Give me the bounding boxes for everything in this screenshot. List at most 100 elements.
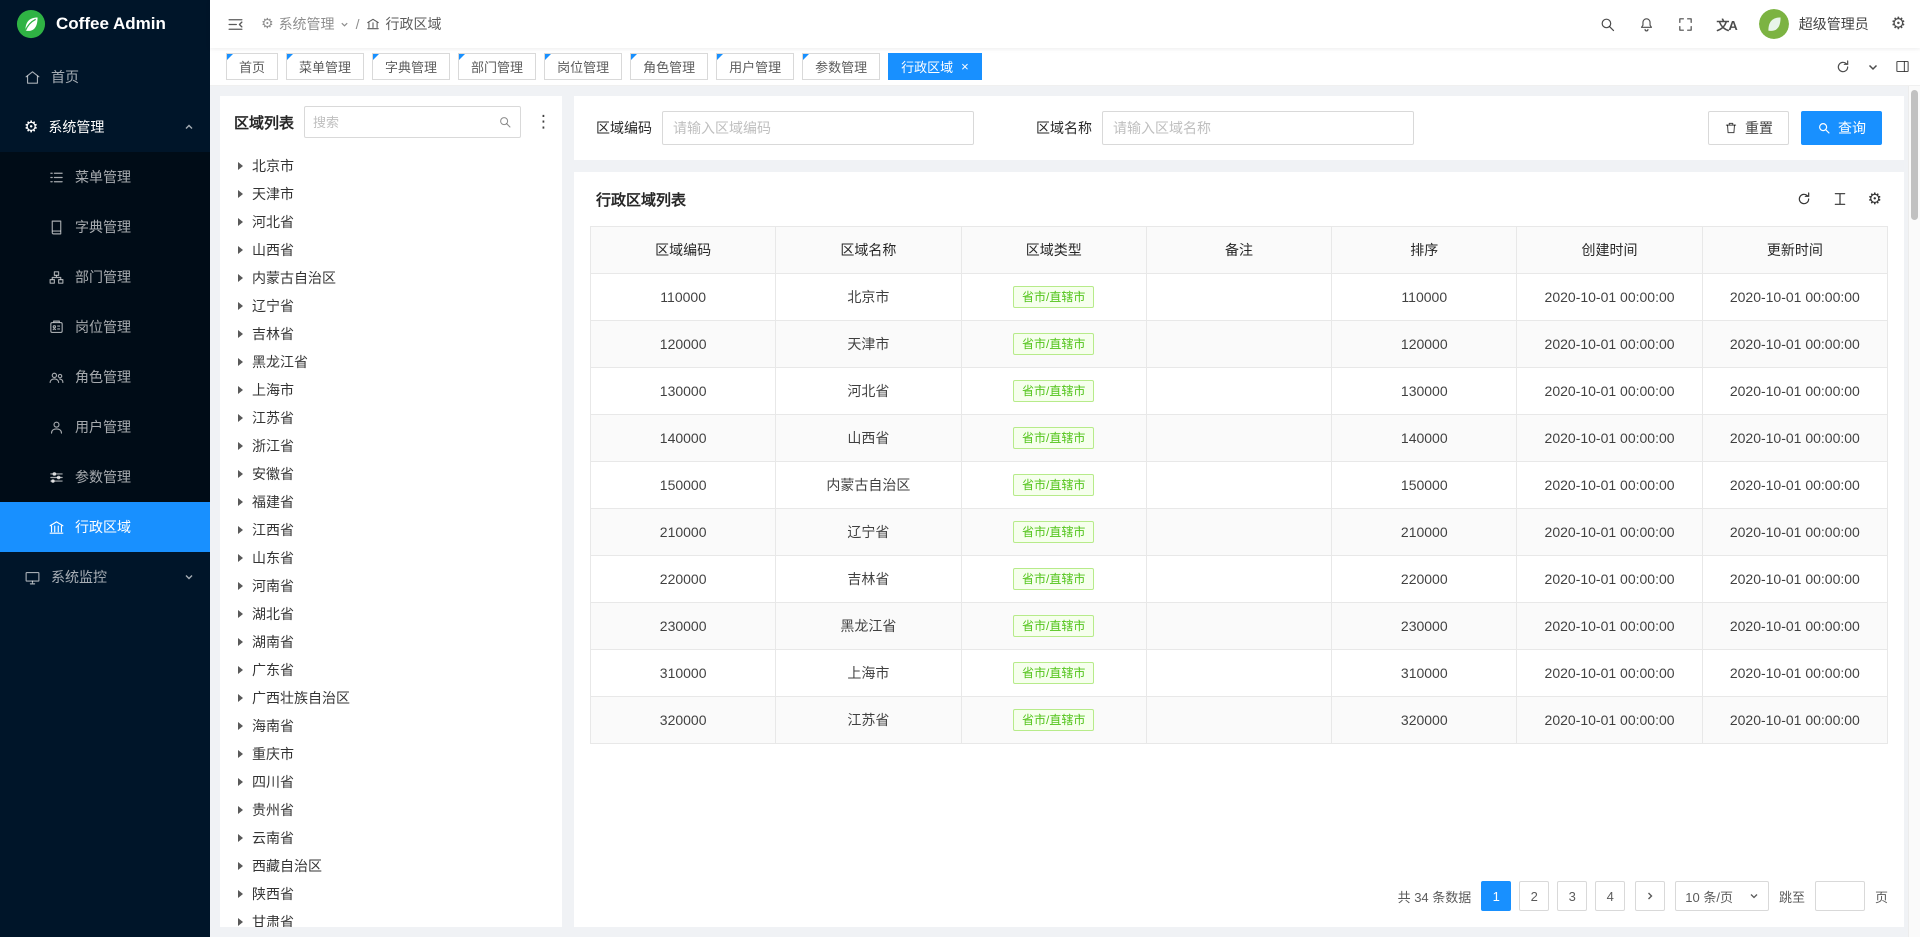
caret-right-icon[interactable] xyxy=(238,162,243,170)
table-row[interactable]: 130000 河北省 省市/直辖市 130000 2020-10-01 00:0… xyxy=(591,368,1888,415)
tree-item[interactable]: 吉林省 xyxy=(220,320,562,348)
page-size-select[interactable]: 10 条/页 xyxy=(1675,881,1769,911)
caret-right-icon[interactable] xyxy=(238,834,243,842)
caret-right-icon[interactable] xyxy=(238,470,243,478)
table-row[interactable]: 230000 黑龙江省 省市/直辖市 230000 2020-10-01 00:… xyxy=(591,603,1888,650)
caret-right-icon[interactable] xyxy=(238,218,243,226)
tab[interactable]: 用户管理 xyxy=(716,53,794,80)
tree-item[interactable]: 江西省 xyxy=(220,516,562,544)
caret-right-icon[interactable] xyxy=(238,610,243,618)
page-number-button[interactable]: 1 xyxy=(1481,881,1511,911)
tree-item[interactable]: 西藏自治区 xyxy=(220,852,562,880)
tree-item[interactable]: 四川省 xyxy=(220,768,562,796)
tree-item[interactable]: 湖北省 xyxy=(220,600,562,628)
scrollbar-thumb[interactable] xyxy=(1911,90,1918,220)
query-button[interactable]: 查询 xyxy=(1801,111,1882,145)
search-icon[interactable] xyxy=(1599,16,1616,33)
caret-right-icon[interactable] xyxy=(238,722,243,730)
sidebar-group-system[interactable]: ⚙ 系统管理 xyxy=(0,102,210,152)
page-number-button[interactable]: 3 xyxy=(1557,881,1587,911)
tree-item[interactable]: 湖南省 xyxy=(220,628,562,656)
caret-right-icon[interactable] xyxy=(238,750,243,758)
tree-item[interactable]: 云南省 xyxy=(220,824,562,852)
tree-item[interactable]: 河南省 xyxy=(220,572,562,600)
tree-item[interactable]: 山西省 xyxy=(220,236,562,264)
caret-right-icon[interactable] xyxy=(238,190,243,198)
caret-right-icon[interactable] xyxy=(238,582,243,590)
tab[interactable]: 菜单管理 xyxy=(286,53,364,80)
tree-item[interactable]: 北京市 xyxy=(220,152,562,180)
caret-right-icon[interactable] xyxy=(238,694,243,702)
sidebar-item-role-mgmt[interactable]: 角色管理 xyxy=(0,352,210,402)
jump-page-input[interactable] xyxy=(1815,881,1865,911)
tree-item[interactable]: 天津市 xyxy=(220,180,562,208)
caret-right-icon[interactable] xyxy=(238,386,243,394)
sidebar-group-monitor[interactable]: 系统监控 xyxy=(0,552,210,602)
sidebar-item-region[interactable]: 行政区域 xyxy=(0,502,210,552)
table-row[interactable]: 320000 江苏省 省市/直辖市 320000 2020-10-01 00:0… xyxy=(591,697,1888,744)
tree-item[interactable]: 黑龙江省 xyxy=(220,348,562,376)
caret-right-icon[interactable] xyxy=(238,414,243,422)
tab[interactable]: 首页 xyxy=(226,53,278,80)
refresh-icon[interactable] xyxy=(1796,191,1812,207)
table-settings-gear-icon[interactable]: ⚙ xyxy=(1868,191,1882,207)
table-row[interactable]: 110000 北京市 省市/直辖市 110000 2020-10-01 00:0… xyxy=(591,274,1888,321)
tree-item[interactable]: 福建省 xyxy=(220,488,562,516)
tree-item[interactable]: 广东省 xyxy=(220,656,562,684)
tree-item[interactable]: 广西壮族自治区 xyxy=(220,684,562,712)
caret-right-icon[interactable] xyxy=(238,526,243,534)
caret-right-icon[interactable] xyxy=(238,806,243,814)
tree-item[interactable]: 河北省 xyxy=(220,208,562,236)
caret-right-icon[interactable] xyxy=(238,358,243,366)
sidebar-item-dict-mgmt[interactable]: 字典管理 xyxy=(0,202,210,252)
caret-right-icon[interactable] xyxy=(238,638,243,646)
tab-close-icon[interactable]: × xyxy=(961,60,969,73)
sidebar-item-home[interactable]: 首页 xyxy=(0,52,210,102)
settings-gear-icon[interactable]: ⚙ xyxy=(1891,16,1906,33)
sidebar-item-post-mgmt[interactable]: 岗位管理 xyxy=(0,302,210,352)
caret-right-icon[interactable] xyxy=(238,498,243,506)
region-code-input[interactable] xyxy=(662,111,974,145)
menu-fold-icon[interactable] xyxy=(226,15,245,34)
tree-item[interactable]: 安徽省 xyxy=(220,460,562,488)
table-row[interactable]: 140000 山西省 省市/直辖市 140000 2020-10-01 00:0… xyxy=(591,415,1888,462)
more-options-icon[interactable]: ⋮ xyxy=(531,112,556,132)
tab[interactable]: 参数管理 xyxy=(802,53,880,80)
tab[interactable]: 角色管理 xyxy=(630,53,708,80)
caret-right-icon[interactable] xyxy=(238,918,243,926)
table-row[interactable]: 210000 辽宁省 省市/直辖市 210000 2020-10-01 00:0… xyxy=(591,509,1888,556)
page-scrollbar[interactable] xyxy=(1908,86,1920,937)
sidebar-item-param-mgmt[interactable]: 参数管理 xyxy=(0,452,210,502)
caret-right-icon[interactable] xyxy=(238,554,243,562)
avatar[interactable] xyxy=(1759,9,1789,39)
tree-item[interactable]: 贵州省 xyxy=(220,796,562,824)
region-search-input[interactable] xyxy=(313,115,498,130)
tree-item[interactable]: 上海市 xyxy=(220,376,562,404)
caret-right-icon[interactable] xyxy=(238,778,243,786)
tree-item[interactable]: 浙江省 xyxy=(220,432,562,460)
table-row[interactable]: 120000 天津市 省市/直辖市 120000 2020-10-01 00:0… xyxy=(591,321,1888,368)
sidebar-item-user-mgmt[interactable]: 用户管理 xyxy=(0,402,210,452)
caret-right-icon[interactable] xyxy=(238,442,243,450)
region-name-input[interactable] xyxy=(1102,111,1414,145)
tree-item[interactable]: 山东省 xyxy=(220,544,562,572)
page-number-button[interactable]: 4 xyxy=(1595,881,1625,911)
next-page-button[interactable] xyxy=(1635,881,1665,911)
bell-icon[interactable] xyxy=(1638,16,1655,33)
tab[interactable]: 部门管理 xyxy=(458,53,536,80)
tree-item[interactable]: 辽宁省 xyxy=(220,292,562,320)
tree-item[interactable]: 重庆市 xyxy=(220,740,562,768)
column-height-icon[interactable] xyxy=(1832,191,1848,207)
caret-right-icon[interactable] xyxy=(238,246,243,254)
tree-item[interactable]: 陕西省 xyxy=(220,880,562,908)
search-icon[interactable] xyxy=(498,115,512,129)
table-row[interactable]: 150000 内蒙古自治区 省市/直辖市 150000 2020-10-01 0… xyxy=(591,462,1888,509)
tab[interactable]: 字典管理 xyxy=(372,53,450,80)
layout-panel-icon[interactable] xyxy=(1895,59,1910,74)
tree-item[interactable]: 江苏省 xyxy=(220,404,562,432)
tree-item[interactable]: 内蒙古自治区 xyxy=(220,264,562,292)
chevron-down-icon[interactable] xyxy=(1867,61,1879,73)
caret-right-icon[interactable] xyxy=(238,862,243,870)
tree-item[interactable]: 甘肃省 xyxy=(220,908,562,927)
caret-right-icon[interactable] xyxy=(238,302,243,310)
